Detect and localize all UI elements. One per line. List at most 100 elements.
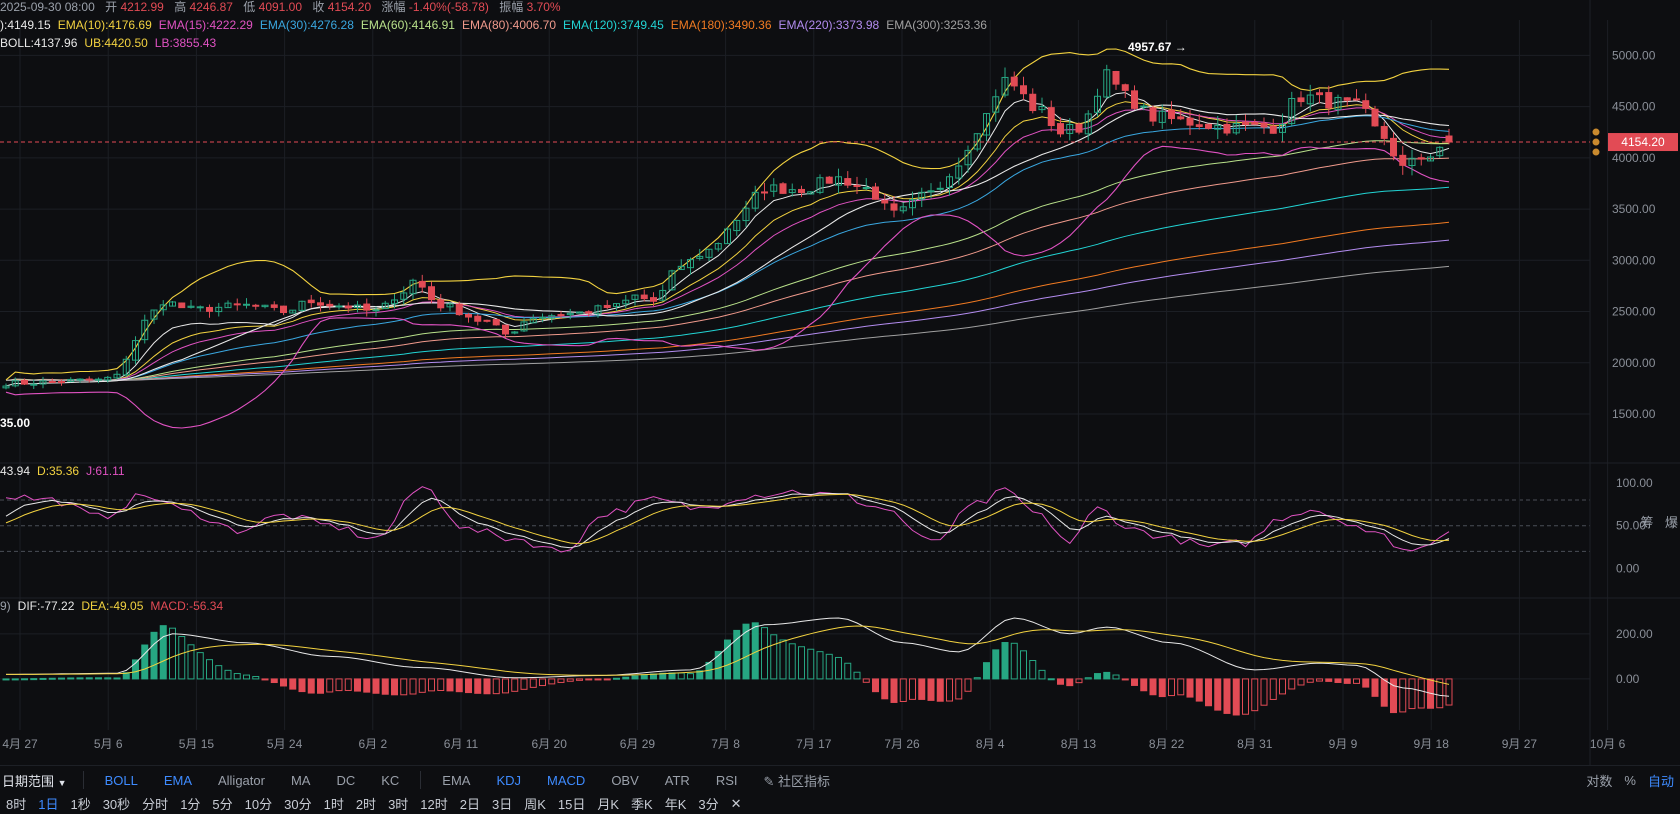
interval-30分[interactable]: 30分 xyxy=(284,794,311,813)
scale-option[interactable]: 自动 xyxy=(1648,771,1674,790)
sub-indicator-rsi[interactable]: RSI xyxy=(716,773,738,788)
kline-chart[interactable]: 1500.00 2000.00 2500.00 3000.00 3500.00 4000.… xyxy=(0,0,1680,814)
sub-indicator-atr[interactable]: ATR xyxy=(665,773,690,788)
main-indicator-boll[interactable]: BOLL xyxy=(105,773,138,788)
interval-30秒[interactable]: 30秒 xyxy=(103,794,130,813)
time-tick-label: 6月 29 xyxy=(620,737,656,751)
price-tick-label: 3000.00 xyxy=(1612,253,1656,267)
scale-option[interactable]: % xyxy=(1624,773,1636,788)
interval-8时[interactable]: 8时 xyxy=(6,794,26,813)
candle-body xyxy=(798,188,805,194)
interval-10分[interactable]: 10分 xyxy=(245,794,272,813)
ema-legend-entry: EMA(120):3749.45 xyxy=(563,18,664,32)
sub-indicator-macd[interactable]: MACD xyxy=(547,773,585,788)
macd-bar xyxy=(899,678,907,702)
close-icon[interactable]: ✕ xyxy=(731,796,742,812)
interval-15日[interactable]: 15日 xyxy=(558,794,585,813)
main-indicator-alligator[interactable]: Alligator xyxy=(218,773,265,788)
interval-1日[interactable]: 1日 xyxy=(38,794,58,813)
macd-bar xyxy=(381,678,389,695)
sub-indicator-ema[interactable]: EMA xyxy=(442,773,470,788)
current-price-label: 4154.20 xyxy=(1621,135,1665,149)
macd-bar xyxy=(178,636,186,680)
ema-legend-entry: EMA(80):4006.70 xyxy=(461,18,557,32)
macd-bar xyxy=(539,678,546,687)
macd-bar xyxy=(918,678,926,700)
interval-5分[interactable]: 5分 xyxy=(212,794,232,813)
candle-body xyxy=(85,378,93,381)
candle-body xyxy=(1020,85,1027,95)
candle-body xyxy=(21,379,28,385)
kdj-tick-label: 0.00 xyxy=(1616,562,1640,576)
macd-bar xyxy=(252,676,260,680)
macd-bar xyxy=(76,677,84,680)
toolbar-divider xyxy=(82,771,84,789)
sub-indicator-obv[interactable]: OBV xyxy=(611,773,638,788)
boll-line xyxy=(5,48,1450,381)
candle-body xyxy=(335,305,343,308)
macd-bar xyxy=(474,678,482,694)
macd-bar xyxy=(594,678,602,681)
main-indicator-group: BOLL EMA Alligator MA DC KC xyxy=(92,773,413,788)
candle-body xyxy=(890,203,898,211)
candle-body xyxy=(1260,122,1268,128)
liquidation-button[interactable]: 爆 xyxy=(1665,515,1678,530)
macd-bar xyxy=(1121,678,1129,681)
candle-body xyxy=(650,297,657,302)
candle-body xyxy=(455,303,463,316)
main-indicator-dc[interactable]: DC xyxy=(336,773,355,788)
date-range-dropdown[interactable]: 日期范围 ▼ xyxy=(2,771,67,790)
interval-3时[interactable]: 3时 xyxy=(388,794,408,813)
interval-1分[interactable]: 1分 xyxy=(180,794,200,813)
macd-bar xyxy=(1075,678,1083,684)
candle-body xyxy=(1149,107,1157,122)
candle-body xyxy=(1390,137,1397,157)
interval-12时[interactable]: 12时 xyxy=(420,794,447,813)
scale-option[interactable]: 对数 xyxy=(1586,771,1612,790)
interval-年k[interactable]: 年K xyxy=(665,794,687,813)
candle-body xyxy=(1121,84,1129,91)
macd-bar xyxy=(788,643,796,680)
kdj-legend-entry: D:35.36 xyxy=(37,464,80,478)
interval-2日[interactable]: 2日 xyxy=(460,794,480,813)
interval-月k[interactable]: 月K xyxy=(597,794,619,813)
macd-bar xyxy=(779,639,787,680)
macd-bar xyxy=(95,677,102,680)
candle-body xyxy=(492,319,500,326)
interval-分时[interactable]: 分时 xyxy=(142,794,168,813)
community-indicators-button[interactable]: ✎ 社区指标 xyxy=(764,771,831,790)
macd-bar xyxy=(511,678,519,692)
candle-body xyxy=(326,303,334,307)
macd-bar xyxy=(233,673,241,680)
macd-bar xyxy=(1408,678,1416,710)
boll-legend: BOLL:4137.96 UB:4420.50 LB:3855.43 xyxy=(0,36,223,50)
main-indicator-ma[interactable]: MA xyxy=(291,773,311,788)
interval-3分[interactable]: 3分 xyxy=(698,794,718,813)
interval-周k[interactable]: 周K xyxy=(524,794,546,813)
main-indicator-ema[interactable]: EMA xyxy=(164,773,192,788)
ema-legend-entry: EMA(300):3253.36 xyxy=(886,18,987,32)
macd-bar xyxy=(150,631,158,680)
candle-body xyxy=(1343,97,1351,101)
interval-1时[interactable]: 1时 xyxy=(324,794,344,813)
macd-bar xyxy=(955,678,963,700)
macd-bar xyxy=(1038,669,1046,680)
interval-季k[interactable]: 季K xyxy=(631,794,653,813)
macd-bar xyxy=(113,677,121,680)
macd-bar xyxy=(1362,678,1370,688)
candle-body xyxy=(307,299,315,304)
main-indicator-kc[interactable]: KC xyxy=(381,773,399,788)
interval-3日[interactable]: 3日 xyxy=(492,794,512,813)
chip-distribution-button[interactable]: 筹 xyxy=(1640,515,1653,530)
candle-body xyxy=(853,184,861,187)
toolbar-divider xyxy=(420,771,422,789)
interval-2时[interactable]: 2时 xyxy=(356,794,376,813)
change-value: -1.40%(-58.78) xyxy=(408,0,489,14)
interval-1秒[interactable]: 1秒 xyxy=(70,794,90,813)
ema-legend-entry: EMA(10):4176.69 xyxy=(57,18,152,32)
sub-indicator-kdj[interactable]: KDJ xyxy=(496,773,521,788)
macd-bar xyxy=(1103,671,1111,680)
candle-body xyxy=(1445,135,1453,143)
close-label: 收 xyxy=(312,0,325,14)
macd-bar xyxy=(677,672,685,680)
